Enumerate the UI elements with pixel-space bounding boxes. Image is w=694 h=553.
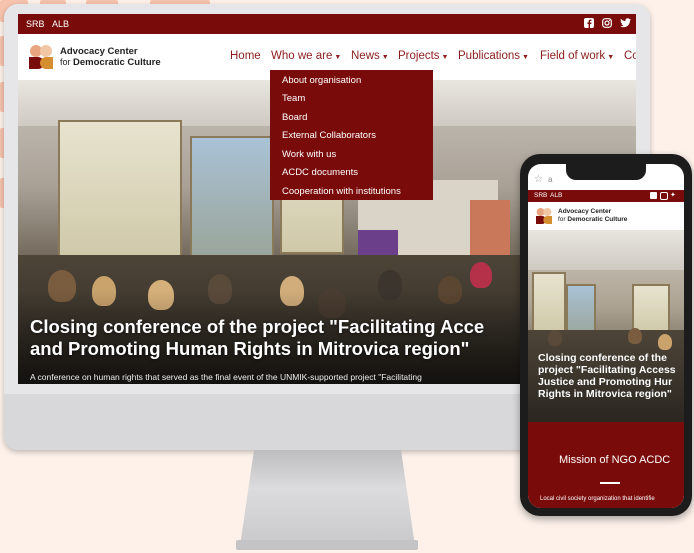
logo-line1: Advocacy Center [60,46,138,57]
caret-down-icon: ▼ [441,54,449,61]
nav-home[interactable]: Home [230,50,261,62]
star-icon[interactable]: ☆ [534,174,543,185]
phone-notch [566,164,646,180]
nav-publications-label: Publications [458,50,521,62]
dropdown-item-cooperation[interactable]: Cooperation with institutions [282,186,401,197]
mobile-logo-prefix: for [558,216,566,223]
mission-subtitle: Local civil society organization that id… [540,496,655,502]
twitter-icon[interactable]: ✦ [670,191,676,199]
mobile-hero-title-line: Closing conference of the [538,352,667,364]
nav-field-of-work-label: Field of work [540,50,606,62]
logo-line2-prefix: for [60,57,71,67]
audience-person [658,334,672,350]
mobile-hero-title-line: Rights in Mitrovica region" [538,388,672,400]
window [190,136,274,260]
mobile-logo-line2: Democratic Culture [567,216,628,223]
nav-news[interactable]: News ▼ [351,50,389,62]
dropdown-item-work[interactable]: Work with us [282,149,336,160]
mobile-mission-section: Mission of NGO ACDC Local civil society … [528,422,684,508]
window [58,120,182,264]
nav-projects-label: Projects [398,50,440,62]
nav-contact[interactable]: Co [624,50,636,62]
ceiling [528,230,684,270]
mobile-hero-title[interactable]: Closing conference of the project "Facil… [538,352,676,400]
window [532,272,566,336]
nav-who-we-are-label: Who we are [271,50,333,62]
logo-text[interactable]: Advocacy Center for Democratic Culture [60,46,161,68]
logo-line2: Democratic Culture [73,57,161,68]
instagram-icon[interactable] [660,192,668,200]
audience-person [470,262,492,288]
instagram-icon[interactable] [602,18,612,31]
top-bar: SRB ALB [18,14,636,34]
caret-down-icon: ▼ [381,54,389,61]
nav-publications[interactable]: Publications ▼ [458,50,529,62]
mobile-hero-title-line: project "Facilitating Access [538,364,676,376]
twitter-icon[interactable] [620,18,631,31]
who-we-are-dropdown: About organisation Team Board External C… [270,70,433,200]
hero-subtitle: A conference on human rights that served… [30,372,422,382]
nav-field-of-work[interactable]: Field of work ▼ [540,50,614,62]
mobile-address-text: a [548,175,553,184]
audience-person [548,330,562,346]
caret-down-icon: ▼ [522,54,529,61]
acdc-logo-icon[interactable] [534,206,554,226]
lang-srb-link[interactable]: SRB [26,19,45,29]
dropdown-item-about[interactable]: About organisation [282,75,361,86]
hero-title-line2: and Promoting Human Rights in Mitrovica … [30,338,470,359]
acdc-logo-icon[interactable] [26,42,56,72]
facebook-icon[interactable] [584,18,594,31]
audience-person [628,328,642,344]
mobile-logo-text[interactable]: Advocacy Center for Democratic Culture [558,208,627,224]
dropdown-item-documents[interactable]: ACDC documents [282,167,358,178]
mobile-top-bar: SRB ALB ✦ [528,190,684,202]
mobile-hero-title-line: Justice and Promoting Hur [538,376,673,388]
mobile-hero-banner[interactable]: Closing conference of the project "Facil… [528,230,684,422]
nav-who-we-are[interactable]: Who we are ▼ [271,50,341,62]
caret-down-icon: ▼ [334,54,342,61]
monitor-stand-base [236,540,418,550]
caret-down-icon: ▼ [607,54,615,61]
mobile-logo-line1: Advocacy Center [558,208,612,215]
nav-news-label: News [351,50,380,62]
dropdown-item-external[interactable]: External Collaborators [282,130,376,141]
dropdown-item-team[interactable]: Team [282,93,305,104]
mobile-lang-alb[interactable]: ALB [550,192,562,199]
mobile-screen: ☆ a SRB ALB ✦ Advocacy Center for Democr… [528,164,684,508]
facebook-icon[interactable] [650,192,657,199]
nav-projects[interactable]: Projects ▼ [398,50,448,62]
hero-title[interactable]: Closing conference of the project "Facil… [30,316,484,360]
dropdown-item-board[interactable]: Board [282,112,307,123]
mission-divider [600,482,620,484]
mobile-lang-srb[interactable]: SRB [534,192,547,199]
mobile-navbar: Advocacy Center for Democratic Culture [528,202,684,230]
lang-alb-link[interactable]: ALB [52,19,69,29]
hero-title-line1: Closing conference of the project "Facil… [30,316,485,337]
mission-title: Mission of NGO ACDC [559,454,671,466]
monitor-stand [240,450,415,546]
mobile-phone: ☆ a SRB ALB ✦ Advocacy Center for Democr… [520,154,692,516]
